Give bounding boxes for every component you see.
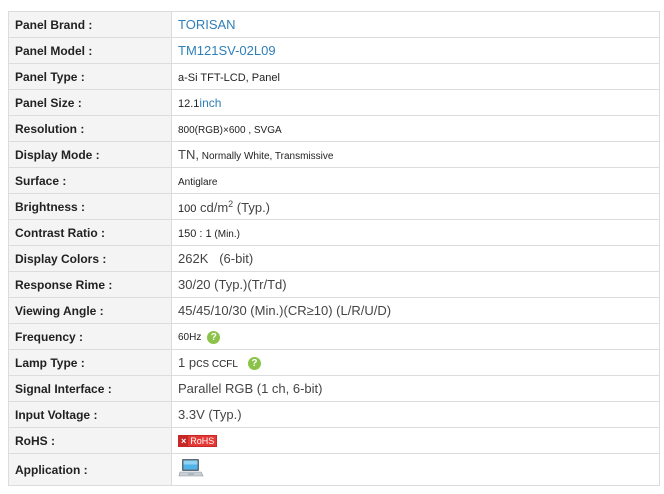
frequency-text: 60Hz (178, 332, 202, 344)
display-mode-main: TN, (178, 147, 199, 162)
value-viewing-angle: 45/45/10/30 (Min.)(CR≥10) (L/R/U/D) (171, 297, 660, 324)
display-mode-detail: Normally White, Transmissive (198, 151, 334, 162)
contrast-number: 150 : 1 (178, 227, 212, 240)
value-surface: Antiglare (171, 167, 660, 194)
value-brightness: 100 cd/m2 (Typ.) (171, 193, 660, 220)
label-surface: Surface : (8, 167, 172, 194)
value-application (171, 453, 660, 486)
label-viewing-angle: Viewing Angle : (8, 297, 172, 324)
label-panel-size: Panel Size : (8, 89, 172, 116)
spec-row-resolution: Resolution : 800(RGB)×600 , SVGA (8, 115, 660, 142)
panel-size-number: 12.1 (178, 97, 200, 110)
spec-row-panel-type: Panel Type : a-Si TFT-LCD, Panel (8, 63, 660, 90)
input-voltage-text: 3.3V (Typ.) (178, 407, 242, 422)
value-panel-model: TM121SV-02L09 (171, 37, 660, 64)
spec-row-input-voltage: Input Voltage : 3.3V (Typ.) (8, 401, 660, 428)
value-panel-type: a-Si TFT-LCD, Panel (171, 63, 660, 90)
surface-text: Antiglare (178, 176, 218, 188)
help-icon[interactable]: ? (247, 357, 261, 371)
value-resolution: 800(RGB)×600 , SVGA (171, 115, 660, 142)
signal-interface-text: Parallel RGB (1 ch, 6-bit) (178, 381, 323, 396)
viewing-angle-text: 45/45/10/30 (Min.)(CR≥10) (L/R/U/D) (178, 303, 392, 318)
label-signal-interface: Signal Interface : (8, 375, 172, 402)
rohs-badge-text: RoHS (188, 436, 217, 447)
label-resolution: Resolution : (8, 115, 172, 142)
spec-row-panel-brand: Panel Brand : TORISAN (8, 11, 660, 38)
label-rohs: RoHS : (8, 427, 172, 454)
value-display-mode: TN, Normally White, Transmissive (171, 141, 660, 168)
rohs-badge: × RoHS (178, 435, 218, 448)
label-panel-brand: Panel Brand : (8, 11, 172, 38)
value-lamp-type: 1 pcs CCFL? (171, 349, 660, 376)
label-display-mode: Display Mode : (8, 141, 172, 168)
value-signal-interface: Parallel RGB (1 ch, 6-bit) (171, 375, 660, 402)
label-frequency: Frequency : (8, 323, 172, 350)
spec-row-rohs: RoHS : × RoHS (8, 427, 660, 454)
lamp-detail: CCFL (209, 358, 238, 370)
spec-row-application: Application : (8, 453, 660, 486)
label-panel-model: Panel Model : (8, 37, 172, 64)
panel-size-unit-link[interactable]: inch (199, 96, 221, 110)
label-contrast-ratio: Contrast Ratio : (8, 219, 172, 246)
brightness-unit: cd/m (196, 199, 229, 215)
laptop-icon[interactable] (178, 458, 204, 481)
brightness-number: 100 (178, 202, 197, 215)
rohs-x-icon: × (179, 436, 189, 447)
spec-row-display-mode: Display Mode : TN, Normally White, Trans… (8, 141, 660, 168)
value-input-voltage: 3.3V (Typ.) (171, 401, 660, 428)
display-colors-text: 262K (6-bit) (178, 251, 254, 266)
resolution-text: 800(RGB)×600 , SVGA (178, 124, 282, 136)
value-rohs: × RoHS (171, 427, 660, 454)
label-input-voltage: Input Voltage : (8, 401, 172, 428)
help-icon[interactable]: ? (207, 330, 221, 344)
panel-model-link[interactable]: TM121SV-02L09 (178, 43, 276, 58)
value-frequency: 60Hz? (171, 323, 660, 350)
label-response-time: Response Rime : (8, 271, 172, 298)
brightness-suffix: (Typ.) (233, 199, 271, 215)
label-application: Application : (8, 453, 172, 486)
value-response-time: 30/20 (Typ.)(Tr/Td) (171, 271, 660, 298)
value-contrast-ratio: 150 : 1 (Min.) (171, 219, 660, 246)
spec-row-brightness: Brightness : 100 cd/m2 (Typ.) (8, 193, 660, 220)
response-time-text: 30/20 (Typ.)(Tr/Td) (178, 277, 287, 292)
spec-row-surface: Surface : Antiglare (8, 167, 660, 194)
label-brightness: Brightness : (8, 193, 172, 220)
panel-type-text: a-Si TFT-LCD, Panel (178, 71, 280, 84)
value-panel-size: 12.1inch (171, 89, 660, 116)
lamp-number: 1 pcs (178, 354, 210, 370)
spec-row-lamp-type: Lamp Type : 1 pcs CCFL? (8, 349, 660, 376)
spec-row-viewing-angle: Viewing Angle : 45/45/10/30 (Min.)(CR≥10… (8, 297, 660, 324)
spec-row-panel-model: Panel Model : TM121SV-02L09 (8, 37, 660, 64)
spec-row-frequency: Frequency : 60Hz? (8, 323, 660, 350)
spec-row-contrast-ratio: Contrast Ratio : 150 : 1 (Min.) (8, 219, 660, 246)
spec-row-display-colors: Display Colors : 262K (6-bit) (8, 245, 660, 272)
label-panel-type: Panel Type : (8, 63, 172, 90)
spec-row-signal-interface: Signal Interface : Parallel RGB (1 ch, 6… (8, 375, 660, 402)
contrast-suffix: (Min.) (211, 228, 240, 240)
spec-row-panel-size: Panel Size : 12.1inch (8, 89, 660, 116)
label-display-colors: Display Colors : (8, 245, 172, 272)
panel-brand-link[interactable]: TORISAN (178, 17, 236, 32)
label-lamp-type: Lamp Type : (8, 349, 172, 376)
spec-table: Panel Brand : TORISAN Panel Model : TM12… (8, 11, 660, 486)
value-display-colors: 262K (6-bit) (171, 245, 660, 272)
spec-row-response-time: Response Rime : 30/20 (Typ.)(Tr/Td) (8, 271, 660, 298)
value-panel-brand: TORISAN (171, 11, 660, 38)
